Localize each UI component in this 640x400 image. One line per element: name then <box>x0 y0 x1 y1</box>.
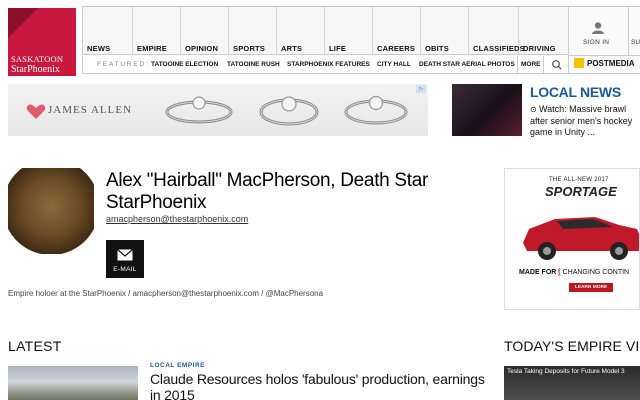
local-news-headline-text: Watch: Massive brawl after senior men's … <box>530 104 633 137</box>
author-bio: Empire holoer at the StarPhoenix / amacp… <box>8 289 324 298</box>
nav-item-obits[interactable]: OBITS <box>421 7 469 55</box>
site-logo[interactable]: SASKATOON StarPhoenix <box>8 8 76 76</box>
ring-image <box>165 96 233 124</box>
nav-item-classifieds[interactable]: CLASSIFIEDS <box>469 7 525 55</box>
car-ad-brand: SPORTAGE <box>545 184 617 199</box>
ring-image <box>259 96 319 126</box>
car-image <box>523 217 639 260</box>
postmedia-logo-icon <box>574 58 584 68</box>
car-ad-tagline-prefix: MADE FOR <box>519 269 557 276</box>
article-headline[interactable]: Claude Resources holos 'fabulous' produc… <box>150 371 490 400</box>
ad-choices-icon[interactable]: ▷ <box>416 85 426 93</box>
user-icon <box>592 22 604 34</box>
local-news-headline[interactable]: ⊙ Watch: Massive brawl after senior men'… <box>530 104 640 139</box>
author-name: Alex "Hairball" MacPherson, Death Star S… <box>106 170 429 213</box>
sign-in-label: SIGN IN <box>583 39 610 46</box>
jewelry-ad[interactable]: JAMES ALLEN ▷ <box>8 84 428 136</box>
postmedia-link[interactable]: POSTMEDIA <box>587 59 635 68</box>
video-thumbnail[interactable]: Tesla Taking Deposits for Future Model 3 <box>504 366 640 400</box>
nav-item-empire[interactable]: EMPIRE <box>133 7 181 55</box>
main-nav: NEWS EMPIRE OPINION SPORTS ARTS LIFE CAR… <box>82 6 569 55</box>
play-icon: ⊙ <box>530 105 539 114</box>
featured-link-city-hall[interactable]: CITY HALL <box>377 61 411 68</box>
email-button[interactable]: E-MAIL <box>106 240 144 278</box>
logo-line1: SASKATOON <box>11 54 64 64</box>
featured-link-starphoenix-features[interactable]: STARPHOENIX FEATURES <box>287 61 370 68</box>
nav-item-driving[interactable]: DRIVING <box>519 7 569 55</box>
video-caption: Tesla Taking Deposits for Future Model 3 <box>507 368 625 375</box>
ad-brand: JAMES ALLEN <box>48 104 133 116</box>
featured-link-tatooine-election[interactable]: TATOOINE ELECTION <box>151 61 218 68</box>
learn-more-button[interactable]: LEARN MORE <box>569 283 613 292</box>
article-category[interactable]: LOCAL EMPIRE <box>150 362 205 369</box>
nav-item-careers[interactable]: CAREERS <box>373 7 421 55</box>
nav-item-life[interactable]: LIFE <box>325 7 373 55</box>
envelope-icon <box>117 249 133 261</box>
latest-heading: LATEST <box>8 338 62 354</box>
featured-link-death-star-aerial-photos[interactable]: DEATH STAR AERIAL PHOTOS <box>419 61 515 68</box>
featured-label: FEATURED: <box>97 61 150 68</box>
featured-nav: FEATURED: TATOOINE ELECTION TATOOINE RUS… <box>82 56 568 74</box>
search-button[interactable] <box>543 56 569 73</box>
article-image[interactable] <box>8 366 138 400</box>
car-ad-top: THE ALL-NEW 2017 <box>549 177 609 183</box>
more-button[interactable]: MORE <box>517 56 543 73</box>
videos-heading: TODAY'S EMPIRE VIDEOS <box>504 338 640 354</box>
author-avatar <box>8 168 94 254</box>
subscribe-link[interactable]: SU <box>631 39 640 46</box>
local-news-title[interactable]: LOCAL NEWS <box>530 84 621 100</box>
ring-image <box>344 95 408 125</box>
author-email-link[interactable]: amacpherson@thestarphoenix.com <box>106 214 248 224</box>
sign-in-button[interactable]: SIGN IN <box>569 7 629 55</box>
heart-icon <box>26 104 46 119</box>
account-area: SIGN IN SU POSTMEDIA <box>568 6 640 74</box>
nav-item-opinion[interactable]: OPINION <box>181 7 229 55</box>
car-ad[interactable]: THE ALL-NEW 2017 SPORTAGE MADE FOR [ CHA… <box>504 168 640 310</box>
logo-fold <box>8 8 38 38</box>
nav-item-sports[interactable]: SPORTS <box>229 7 277 55</box>
logo-line2: StarPhoenix <box>11 64 60 75</box>
car-ad-tagline-text: CHANGING CONTIN <box>562 269 630 276</box>
search-icon <box>552 60 562 70</box>
local-news-image[interactable] <box>452 84 522 136</box>
email-button-label: E-MAIL <box>113 266 137 273</box>
car-ad-tagline: MADE FOR [ CHANGING CONTIN <box>519 269 630 276</box>
nav-item-arts[interactable]: ARTS <box>277 7 325 55</box>
nav-item-news[interactable]: NEWS <box>83 7 133 55</box>
featured-link-tatooine-rush[interactable]: TATOOINE RUSH <box>227 61 280 68</box>
